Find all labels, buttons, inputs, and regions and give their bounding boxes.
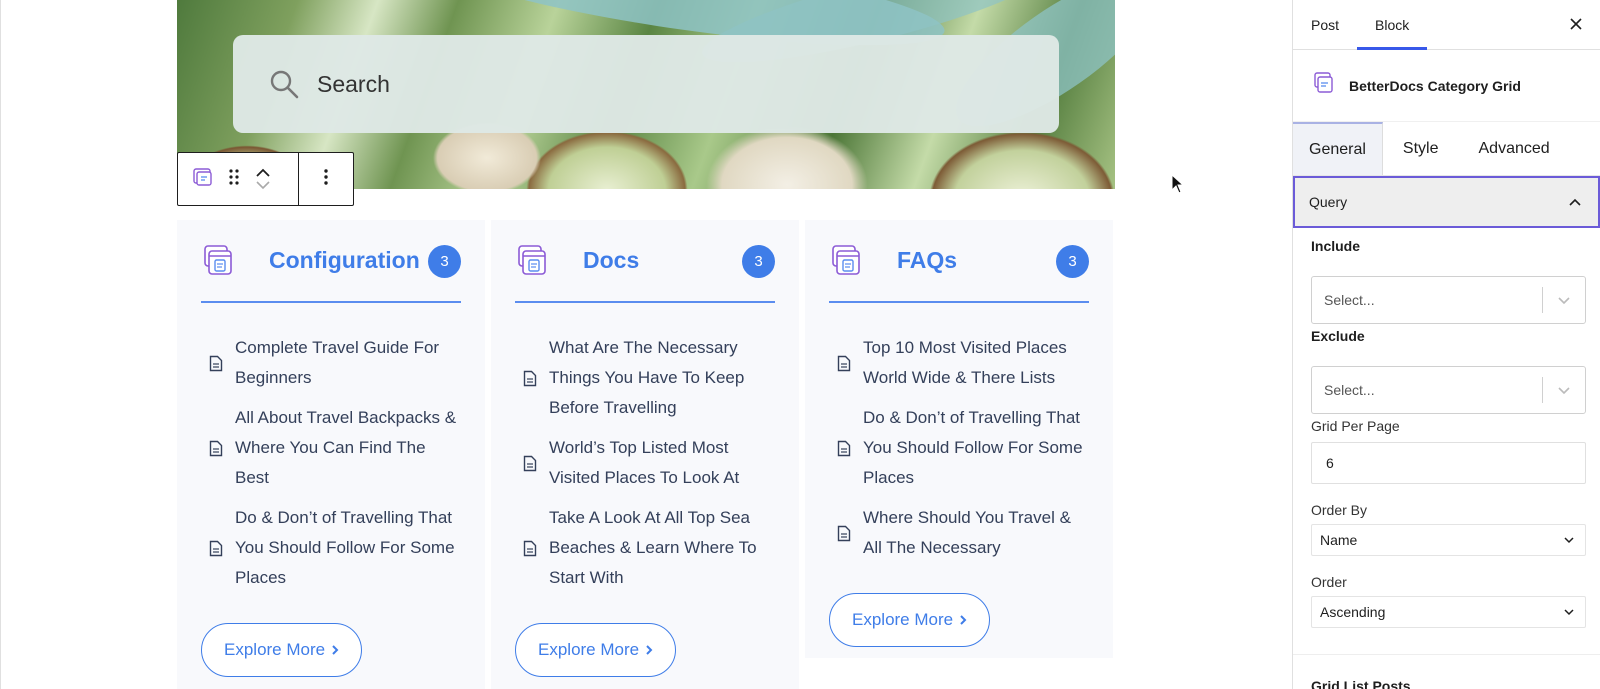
explore-more-button[interactable]: Explore More <box>201 623 363 677</box>
explore-more-label: Explore More <box>538 640 640 659</box>
document-icon <box>201 440 235 457</box>
chevron-down-icon <box>1543 386 1585 395</box>
doc-title-link[interactable]: All About Travel Backpacks & Where You C… <box>235 403 461 493</box>
explore-more-label: Explore More <box>224 640 326 659</box>
folder-doc-icon <box>831 244 861 281</box>
editor-canvas: Search Configuration 3 Complete Travel G… <box>0 0 1292 689</box>
order-label: Order <box>1311 574 1347 590</box>
explore-more-button[interactable]: Explore More <box>829 593 991 647</box>
chevron-right-icon <box>332 645 339 655</box>
doc-list-item[interactable]: Where Should You Travel & All The Necess… <box>829 503 1089 563</box>
tab-style[interactable]: Style <box>1383 122 1459 175</box>
document-icon <box>829 440 863 457</box>
doc-title-link[interactable]: Top 10 Most Visited Places World Wide & … <box>863 333 1089 393</box>
block-settings-sidebar: Post Block BetterDocs Category Grid Gene… <box>1292 0 1600 689</box>
tab-general[interactable]: General <box>1293 122 1383 175</box>
query-panel-toggle[interactable]: Query <box>1293 176 1600 228</box>
doc-title-link[interactable]: Do & Don’t of Travelling That You Should… <box>863 403 1089 493</box>
tab-advanced[interactable]: Advanced <box>1459 122 1570 175</box>
chevron-up-icon[interactable] <box>254 167 272 179</box>
doc-title-link[interactable]: Take A Look At All Top Sea Beaches & Lea… <box>549 503 775 593</box>
panel-tabs: General Style Advanced <box>1293 122 1600 176</box>
block-movers <box>254 167 272 191</box>
order-by-label: Order By <box>1311 502 1368 518</box>
tab-block[interactable]: Block <box>1357 0 1428 50</box>
grid-list-posts-panel-title[interactable]: Grid List Posts <box>1311 678 1411 689</box>
category-card: FAQs 3 Top 10 Most Visited Places World … <box>805 220 1113 658</box>
doc-list-item[interactable]: Do & Don’t of Travelling That You Should… <box>829 403 1089 493</box>
include-select[interactable]: Select... <box>1311 276 1586 324</box>
exclude-select[interactable]: Select... <box>1311 366 1586 414</box>
include-label: Include <box>1311 238 1361 254</box>
doc-count-badge: 3 <box>1056 245 1089 278</box>
section-divider <box>1293 654 1600 655</box>
doc-list-item[interactable]: Take A Look At All Top Sea Beaches & Lea… <box>515 503 775 593</box>
category-title-link[interactable]: Configuration <box>269 247 420 274</box>
grid-per-page-input[interactable]: 6 <box>1311 442 1586 484</box>
drag-handle-icon[interactable] <box>228 168 240 191</box>
exclude-label: Exclude <box>1311 328 1365 344</box>
chevron-down-icon <box>1564 537 1574 544</box>
explore-more-button[interactable]: Explore More <box>515 623 677 677</box>
document-icon <box>515 455 549 472</box>
chevron-right-icon <box>960 615 967 625</box>
doc-list-item[interactable]: Complete Travel Guide For Beginners <box>201 333 461 393</box>
category-grid: Configuration 3 Complete Travel Guide Fo… <box>177 220 1115 689</box>
doc-title-link[interactable]: Where Should You Travel & All The Necess… <box>863 503 1089 563</box>
chevron-down-icon <box>1543 296 1585 305</box>
doc-list-item[interactable]: World’s Top Listed Most Visited Places T… <box>515 433 775 493</box>
chevron-down-icon[interactable] <box>254 179 272 191</box>
chevron-right-icon <box>646 645 653 655</box>
doc-count-badge: 3 <box>742 245 775 278</box>
document-icon <box>829 525 863 542</box>
category-title-link[interactable]: Docs <box>583 247 639 274</box>
doc-title-link[interactable]: What Are The Necessary Things You Have T… <box>549 333 775 423</box>
folder-doc-icon <box>203 244 233 281</box>
order-value: Ascending <box>1320 604 1386 620</box>
doc-list-item[interactable]: Do & Don’t of Travelling That You Should… <box>201 503 461 593</box>
category-header: Configuration 3 <box>201 220 461 303</box>
doc-list-item[interactable]: Top 10 Most Visited Places World Wide & … <box>829 333 1089 393</box>
folder-doc-icon <box>517 244 547 281</box>
sidebar-tabs: Post Block <box>1293 0 1600 50</box>
exclude-placeholder: Select... <box>1324 382 1375 398</box>
block-card: BetterDocs Category Grid <box>1293 50 1600 122</box>
document-icon <box>201 355 235 372</box>
query-panel-title: Query <box>1309 194 1348 210</box>
search-icon <box>270 70 299 99</box>
category-grid-icon <box>1313 71 1335 100</box>
document-icon <box>829 355 863 372</box>
category-title-link[interactable]: FAQs <box>897 247 957 274</box>
block-toolbar <box>177 152 354 206</box>
chevron-up-icon <box>1569 198 1581 206</box>
category-header: FAQs 3 <box>829 220 1089 303</box>
category-grid-icon[interactable] <box>192 166 214 193</box>
doc-title-link[interactable]: Do & Don’t of Travelling That You Should… <box>235 503 461 593</box>
doc-list-item[interactable]: What Are The Necessary Things You Have T… <box>515 333 775 423</box>
document-icon <box>515 370 549 387</box>
mouse-cursor-icon <box>1171 173 1185 199</box>
document-icon <box>201 540 235 557</box>
doc-count-badge: 3 <box>428 245 461 278</box>
order-select[interactable]: Ascending <box>1311 596 1586 628</box>
doc-title-link[interactable]: World’s Top Listed Most Visited Places T… <box>549 433 775 493</box>
tab-post[interactable]: Post <box>1293 0 1357 49</box>
category-header: Docs 3 <box>515 220 775 303</box>
block-name: BetterDocs Category Grid <box>1349 77 1521 94</box>
category-card: Docs 3 What Are The Necessary Things You… <box>491 220 799 689</box>
category-card: Configuration 3 Complete Travel Guide Fo… <box>177 220 485 689</box>
include-placeholder: Select... <box>1324 292 1375 308</box>
doc-list-item[interactable]: All About Travel Backpacks & Where You C… <box>201 403 461 493</box>
more-options-icon[interactable] <box>323 167 329 192</box>
document-icon <box>515 540 549 557</box>
order-by-select[interactable]: Name <box>1311 524 1586 556</box>
explore-more-label: Explore More <box>852 610 954 629</box>
chevron-down-icon <box>1564 609 1574 616</box>
search-placeholder: Search <box>317 70 390 97</box>
doc-title-link[interactable]: Complete Travel Guide For Beginners <box>235 333 461 393</box>
close-icon[interactable] <box>1566 14 1586 39</box>
search-bar[interactable]: Search <box>233 35 1059 133</box>
order-by-value: Name <box>1320 532 1358 548</box>
grid-per-page-label: Grid Per Page <box>1311 418 1400 434</box>
